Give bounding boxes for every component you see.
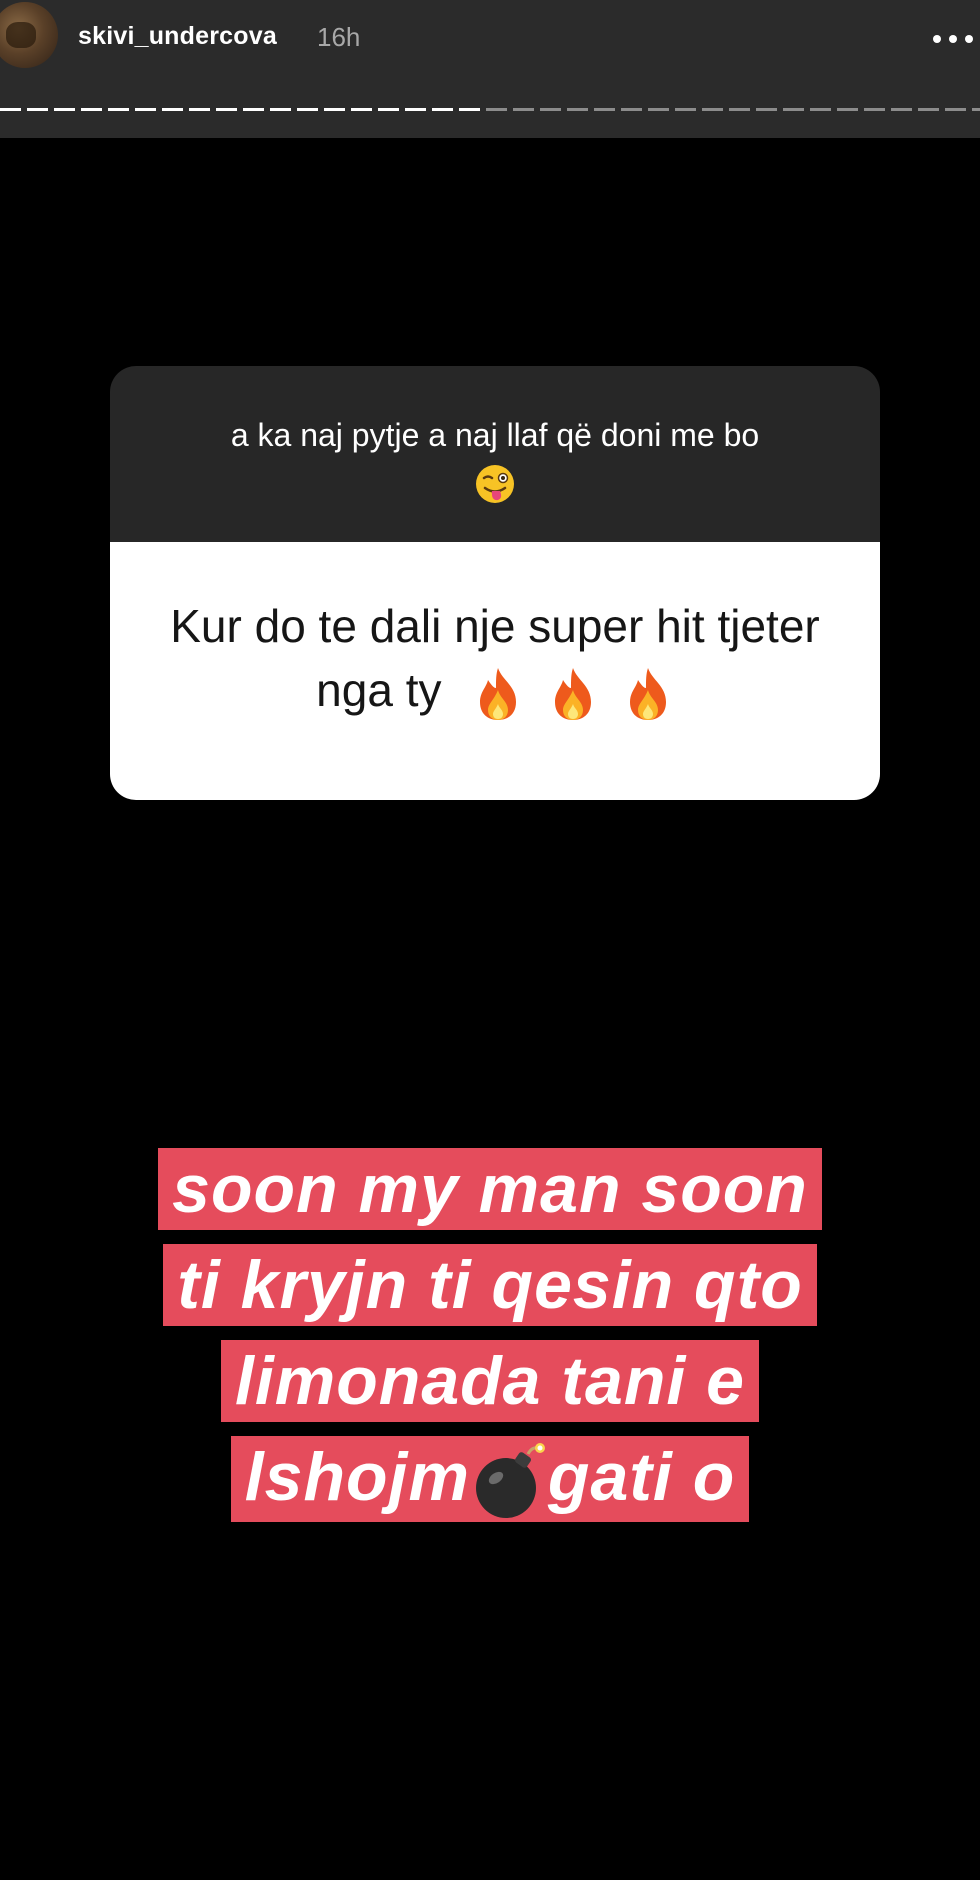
username[interactable]: skivi_undercova	[78, 22, 277, 51]
story-progress-bar	[0, 108, 980, 111]
more-options-icon[interactable]	[930, 26, 976, 52]
caption-text: lshojm	[244, 1439, 470, 1515]
fire-icon	[622, 666, 674, 722]
caption-line: limonada tani e	[221, 1340, 759, 1422]
caption-line: ti kryjn ti qesin qto	[163, 1244, 817, 1326]
story-viewer[interactable]: skivi_undercova 16h a ka naj pytje a naj…	[0, 0, 980, 1880]
fire-icon	[547, 666, 599, 722]
caption-line: soon my man soon	[158, 1148, 822, 1230]
time-ago: 16h	[317, 22, 361, 52]
question-prompt: a ka naj pytje a naj llaf që doni me bo	[230, 417, 760, 453]
profile-avatar[interactable]	[0, 2, 58, 68]
reply-caption: soon my man soon ti kryjn ti qesin qto l…	[0, 1148, 980, 1536]
question-answer-panel: Kur do te dali nje super hit tjeter nga …	[110, 542, 880, 800]
question-sticker: a ka naj pytje a naj llaf që doni me bo …	[110, 366, 880, 800]
question-prompt-panel: a ka naj pytje a naj llaf që doni me bo	[110, 366, 880, 542]
winking-face-with-tongue-icon	[474, 463, 516, 505]
story-header: skivi_undercova 16h	[0, 0, 980, 138]
bomb-icon	[470, 1442, 548, 1522]
caption-text: gati o	[547, 1439, 736, 1515]
fire-icon	[472, 666, 524, 722]
caption-line: lshojm gati o	[230, 1436, 750, 1523]
